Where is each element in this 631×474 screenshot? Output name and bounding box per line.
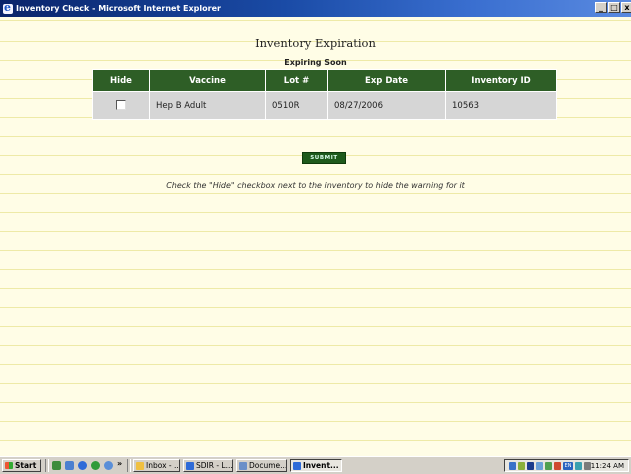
task-label: SDIR - L... bbox=[196, 461, 233, 470]
ie-icon bbox=[186, 461, 194, 470]
inventory-id-cell: 10563 bbox=[445, 91, 557, 120]
ie-icon bbox=[3, 3, 13, 14]
window-controls: _ □ x bbox=[595, 2, 631, 13]
page-subtitle: Expiring Soon bbox=[284, 58, 347, 67]
page-title: Inventory Expiration bbox=[255, 36, 376, 50]
network-icon[interactable] bbox=[509, 461, 516, 470]
header-vaccine: Vaccine bbox=[149, 69, 266, 92]
monitor-icon[interactable] bbox=[527, 461, 534, 470]
hide-cell bbox=[92, 91, 150, 120]
header-exp-date: Exp Date bbox=[327, 69, 446, 92]
vaccine-cell: Hep B Adult bbox=[149, 91, 266, 120]
document-icon bbox=[239, 461, 247, 470]
hide-checkbox[interactable] bbox=[116, 100, 126, 111]
table-header-row: Hide Vaccine Lot # Exp Date Inventory ID bbox=[92, 69, 557, 92]
ie-icon bbox=[293, 461, 301, 470]
minimize-button[interactable]: _ bbox=[595, 2, 607, 13]
start-button[interactable]: Start bbox=[2, 459, 41, 472]
maximize-button[interactable]: □ bbox=[608, 2, 620, 13]
ie-icon[interactable] bbox=[78, 461, 87, 470]
more-quicklaunch-chevron-icon[interactable]: » bbox=[117, 459, 122, 468]
clock[interactable]: 11:24 AM bbox=[591, 462, 624, 470]
outlook-icon[interactable] bbox=[65, 461, 74, 470]
show-desktop-icon[interactable] bbox=[52, 461, 61, 470]
header-inventory-id: Inventory ID bbox=[445, 69, 557, 92]
start-label: Start bbox=[15, 461, 37, 470]
close-button[interactable]: x bbox=[621, 2, 631, 13]
task-label: Inbox - ... bbox=[146, 461, 180, 470]
task-label: Invent... bbox=[303, 461, 339, 470]
volume-icon[interactable] bbox=[518, 461, 525, 470]
task-label: Docume... bbox=[249, 461, 287, 470]
taskbar-button-documents[interactable]: Docume... bbox=[236, 459, 287, 472]
update-icon[interactable] bbox=[554, 461, 561, 470]
language-icon[interactable]: EN bbox=[563, 461, 573, 470]
submit-button[interactable]: SUBMIT bbox=[302, 152, 346, 164]
sync-icon[interactable] bbox=[545, 461, 552, 470]
page-content: Inventory Expiration Expiring Soon Hide … bbox=[0, 17, 631, 456]
header-hide: Hide bbox=[92, 69, 150, 92]
header-lot: Lot # bbox=[265, 69, 328, 92]
taskbar-button-inventory[interactable]: Invent... bbox=[290, 459, 342, 472]
system-tray: EN 11:24 AM bbox=[504, 459, 629, 472]
inventory-table: Hide Vaccine Lot # Exp Date Inventory ID… bbox=[92, 69, 557, 120]
hide-instruction-note: Check the "Hide" checkbox next to the in… bbox=[166, 181, 465, 190]
lot-cell: 0510R bbox=[265, 91, 328, 120]
mail-icon bbox=[136, 461, 144, 470]
windows-flag-icon bbox=[5, 462, 13, 469]
taskbar-separator bbox=[45, 459, 49, 472]
window-title: Inventory Check - Microsoft Internet Exp… bbox=[16, 4, 221, 13]
search-icon[interactable] bbox=[104, 461, 113, 470]
taskbar-separator bbox=[127, 459, 131, 472]
taskbar-button-sdir[interactable]: SDIR - L... bbox=[183, 459, 233, 472]
exp-date-cell: 08/27/2006 bbox=[327, 91, 446, 120]
security-icon[interactable] bbox=[536, 461, 543, 470]
taskbar: Start » Inbox - ... SDIR - L... Docume..… bbox=[0, 456, 631, 474]
media-player-icon[interactable] bbox=[91, 461, 100, 470]
taskbar-button-inbox[interactable]: Inbox - ... bbox=[133, 459, 180, 472]
table-row: Hep B Adult 0510R 08/27/2006 10563 bbox=[92, 91, 557, 120]
window-title-bar[interactable]: Inventory Check - Microsoft Internet Exp… bbox=[0, 0, 631, 17]
antivirus-icon[interactable] bbox=[575, 461, 582, 470]
